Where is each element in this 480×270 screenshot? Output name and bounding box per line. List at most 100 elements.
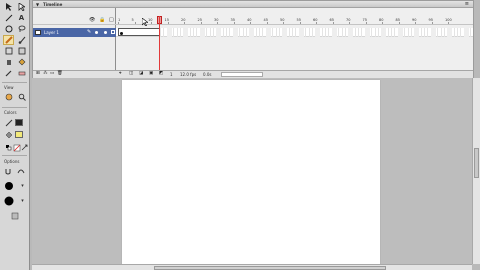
layer-name[interactable]: Layer 1 (44, 30, 59, 35)
frame-cell-highlight (331, 28, 337, 37)
fill-transform-tool-icon[interactable] (16, 46, 27, 56)
delete-layer-icon[interactable]: 🗑 (57, 71, 63, 77)
frame-cell-divider (457, 28, 458, 37)
vertical-scrollbar[interactable] (472, 78, 480, 264)
frame-cell-divider (209, 28, 211, 37)
oval-tool-icon[interactable] (3, 24, 14, 34)
frame-cell-divider (305, 28, 307, 37)
free-transform-tool-icon[interactable] (3, 46, 14, 56)
hand-tool-icon[interactable] (3, 92, 14, 102)
frame-cell-divider (341, 28, 343, 37)
show-hide-eye-icon[interactable]: 👁 (89, 18, 95, 23)
swap-colors-icon[interactable] (19, 143, 30, 153)
ink-bottle-tool-icon[interactable] (3, 57, 14, 67)
frame-cell-divider (470, 28, 472, 37)
edit-pencil-icon: ✎ (87, 29, 92, 35)
frame-cell-divider (338, 28, 340, 37)
lock-dot-icon[interactable] (104, 31, 107, 34)
frame-cell-divider (278, 28, 280, 37)
frame-cell-divider (424, 28, 425, 37)
frame-rate: 12.0 fps (180, 72, 197, 77)
arrow-tool-icon[interactable] (3, 2, 14, 12)
modify-markers-icon[interactable]: ◩ (159, 71, 163, 77)
options-section-label: Options (4, 159, 20, 164)
frame-cell-divider (189, 28, 191, 37)
insert-folder-icon[interactable]: ▭ (50, 71, 54, 77)
frame-cell-divider (226, 28, 227, 37)
frame-cell-divider (262, 28, 264, 37)
horizontal-scroll-thumb[interactable] (154, 266, 386, 270)
smooth-option-icon[interactable] (15, 166, 26, 176)
frame-cell-highlight (282, 28, 287, 37)
timeline-scroll-box[interactable] (221, 72, 263, 77)
ruler-tick (118, 22, 119, 24)
brush-size-icon[interactable] (3, 181, 14, 191)
frame-ruler[interactable]: 1 5 10 15 20 25 30 35 40 45 50 55 60 65 70 75 80 85 90 95 10… (116, 16, 473, 25)
stage-canvas[interactable] (122, 80, 380, 270)
insert-layer-icon[interactable]: ⊞ (36, 71, 40, 77)
frame-span[interactable] (118, 28, 160, 36)
visibility-dot-icon[interactable] (95, 31, 98, 34)
pencil-tool-icon[interactable] (3, 35, 14, 45)
horizontal-scrollbar[interactable] (32, 264, 472, 270)
collapse-arrow-icon[interactable]: ▼ (36, 2, 39, 7)
frame-cell-highlight (232, 28, 238, 37)
frame-cell-divider (222, 28, 224, 37)
eyedropper-tool-icon[interactable] (3, 68, 14, 78)
zoom-tool-icon[interactable] (16, 92, 27, 102)
onion-skin-icon[interactable]: ◫ (129, 71, 133, 77)
panel-options-icon[interactable]: ≡ (465, 1, 469, 7)
timeline-status-bar: ⊞ ⁂ ▭ 🗑 ⌖ ◫ ◪ ▣ ◩ 1 12.0 fps 0.0s (33, 70, 473, 78)
frame-cell-divider (325, 28, 326, 37)
frame-cell-divider (245, 28, 247, 37)
brush-size-dropdown-icon[interactable]: ▾ (17, 181, 28, 191)
motion-guide-icon[interactable]: ⁂ (43, 71, 48, 77)
frame-cell-highlight (265, 28, 271, 37)
frame-cell-divider (173, 28, 175, 37)
brush-shape-icon[interactable] (3, 196, 14, 206)
tools-divider (2, 82, 27, 83)
elapsed-time: 0.0s (203, 72, 212, 77)
timeline-panel: ▼ Timeline ≡ 👁 🔒 □ Layer 1 ✎ 1 5 10 15 20 25 3… (32, 0, 474, 78)
frame-cell-divider (404, 28, 406, 37)
center-frame-icon[interactable]: ⌖ (119, 71, 122, 77)
keyframe-dot[interactable] (120, 32, 123, 35)
edit-multiple-frames-icon[interactable]: ▣ (149, 71, 153, 77)
ruler-tick (283, 22, 284, 24)
lasso-tool-icon[interactable] (16, 24, 27, 34)
stroke-color-swatch[interactable] (15, 119, 23, 126)
mouse-cursor-icon (141, 17, 149, 28)
text-tool-icon[interactable]: A (16, 13, 27, 23)
vertical-scroll-thumb[interactable] (474, 148, 479, 178)
frame-cell-highlight (249, 28, 254, 37)
ruler-tick (151, 22, 152, 24)
frame-cell-divider (443, 28, 445, 37)
lock-fill-icon[interactable] (9, 211, 20, 221)
paint-bucket-tool-icon[interactable] (16, 57, 27, 67)
lock-all-icon[interactable]: 🔒 (99, 18, 105, 23)
outline-all-icon[interactable]: □ (109, 18, 114, 23)
timeline-header[interactable]: ▼ Timeline ≡ (33, 1, 473, 8)
fill-color-swatch[interactable] (15, 131, 23, 138)
frames-area[interactable]: 1 5 10 15 20 25 30 35 40 45 50 55 60 65 70 75 80 85 90 95 10… (116, 8, 473, 70)
brush-tool-icon[interactable] (16, 35, 27, 45)
frame-cell-divider (407, 28, 409, 37)
ruler-tick (266, 22, 268, 24)
frame-cell-highlight (183, 28, 188, 37)
layers-column: 👁 🔒 □ Layer 1 ✎ (33, 8, 116, 70)
frame-cell-divider (179, 28, 181, 37)
onion-outlines-icon[interactable]: ◪ (139, 71, 143, 77)
brush-shape-dropdown-icon[interactable]: ▾ (17, 196, 28, 206)
ruler-tick (332, 22, 334, 24)
frame-row[interactable] (116, 28, 473, 37)
snap-option-icon[interactable] (2, 166, 13, 176)
frame-cell-divider (427, 28, 429, 37)
layer-row[interactable]: Layer 1 ✎ (33, 28, 116, 37)
frame-cell-divider (361, 28, 363, 37)
frame-cell-divider (206, 28, 208, 37)
subselect-tool-icon[interactable] (16, 2, 27, 12)
frame-cell-highlight (298, 28, 304, 37)
outline-box-icon[interactable] (111, 30, 115, 34)
line-tool-icon[interactable] (3, 13, 14, 23)
eraser-tool-icon[interactable] (16, 68, 27, 78)
